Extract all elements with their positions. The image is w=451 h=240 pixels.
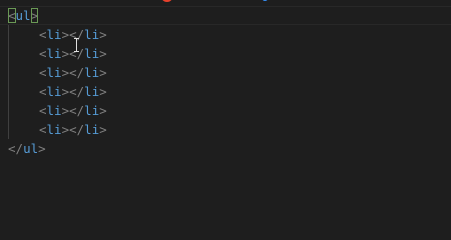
- open-bracket: </: [8, 141, 24, 156]
- close-bracket: >: [99, 46, 107, 61]
- tag-name: li: [46, 103, 62, 118]
- tag-separator: ></: [61, 65, 85, 80]
- tag-separator: ></: [61, 122, 85, 137]
- tag-name: li: [46, 27, 62, 42]
- end-tag-name: li: [84, 122, 100, 137]
- open-bracket: <: [8, 8, 16, 23]
- code-line[interactable]: <li></li>: [39, 101, 107, 120]
- code-line[interactable]: <li></li>: [39, 82, 107, 101]
- open-bracket: <: [39, 122, 47, 137]
- open-bracket: <: [39, 46, 47, 61]
- close-bracket: >: [99, 122, 107, 137]
- close-bracket: >: [38, 141, 46, 156]
- tag-name: li: [46, 84, 62, 99]
- indent-guide: [8, 25, 9, 139]
- code-line[interactable]: <ul>: [8, 6, 39, 25]
- end-tag-name: li: [84, 27, 100, 42]
- open-bracket: <: [39, 103, 47, 118]
- code-line[interactable]: <li></li>: [39, 63, 107, 82]
- tag-name: li: [46, 122, 62, 137]
- tag-separator: ></: [61, 103, 85, 118]
- code-line[interactable]: </ul>: [8, 139, 46, 158]
- code-line[interactable]: <li></li>: [39, 120, 107, 139]
- text-cursor-icon: [73, 38, 80, 52]
- close-bracket: >: [30, 8, 39, 23]
- code-editor[interactable]: <ul> <li></li> <li></li> <li></li> <li><…: [0, 0, 451, 226]
- end-tag-name: li: [84, 103, 100, 118]
- clipped-top-strip: [0, 0, 451, 4]
- tag-name: li: [46, 46, 62, 61]
- tag-name: ul: [15, 8, 31, 23]
- close-bracket: >: [99, 84, 107, 99]
- tag-separator: ></: [61, 84, 85, 99]
- end-tag-name: li: [84, 46, 100, 61]
- close-bracket: >: [99, 27, 107, 42]
- open-bracket: <: [39, 27, 47, 42]
- error-indicator-icon: [161, 0, 173, 2]
- close-bracket: >: [99, 65, 107, 80]
- open-bracket: <: [39, 65, 47, 80]
- close-bracket: >: [99, 103, 107, 118]
- tag-name: li: [46, 65, 62, 80]
- tag-name: ul: [23, 141, 39, 156]
- info-indicator-icon: [262, 0, 268, 1]
- end-tag-name: li: [84, 65, 100, 80]
- current-line-highlight: [0, 6, 451, 25]
- end-tag-name: li: [84, 84, 100, 99]
- open-bracket: <: [39, 84, 47, 99]
